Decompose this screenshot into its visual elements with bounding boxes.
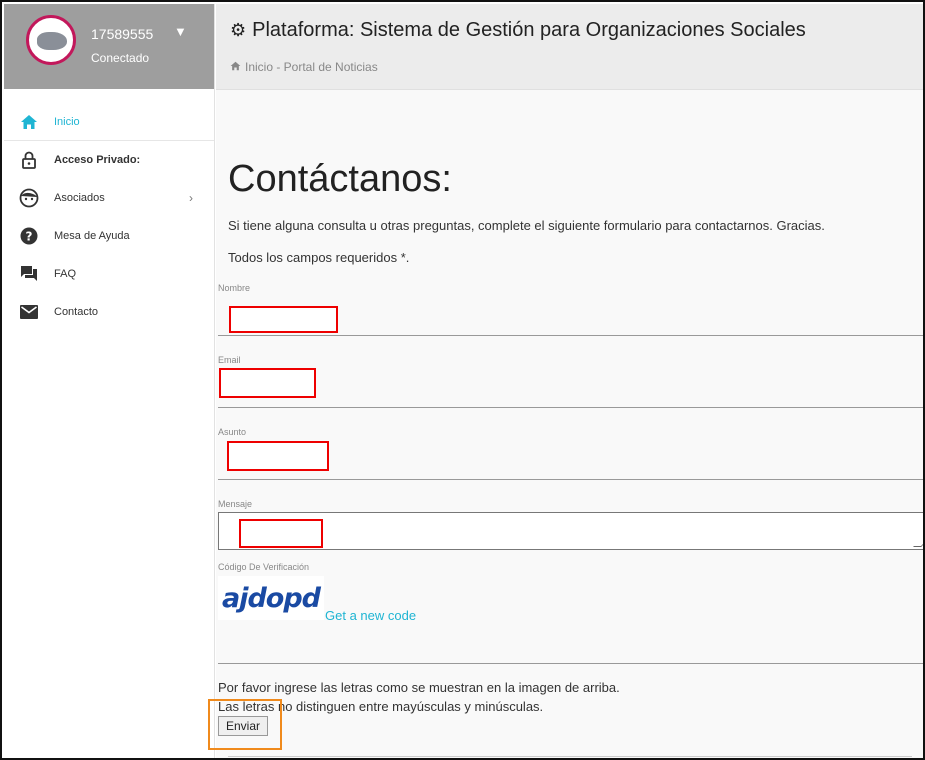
email-label: Email [218,355,241,365]
captcha-underline [218,663,923,664]
required-note: Todos los campos requeridos *. [228,250,410,265]
sidebar-item-label: Contacto [54,306,99,318]
page-frame: 17589555 ▼ Conectado Inicio Acceso Priva… [0,0,925,760]
help-icon: ? [19,226,39,246]
home-icon [230,60,241,74]
mensaje-textarea[interactable] [218,512,923,550]
user-status: Conectado [91,51,150,65]
user-menu-caret-icon[interactable]: ▼ [174,24,187,39]
get-new-code-link[interactable]: Get a new code [325,608,416,623]
email-input[interactable] [219,368,316,398]
enviar-button[interactable]: Enviar [218,716,268,736]
nombre-label: Nombre [218,283,251,293]
user-header: 17589555 ▼ Conectado [4,4,214,89]
sidebar-item-label: Asociados [54,192,105,204]
sidebar: 17589555 ▼ Conectado Inicio Acceso Priva… [4,4,215,758]
email-underline [218,407,923,408]
captcha-image: ajdopd [218,576,324,620]
captcha-text: ajdopd [221,582,321,614]
mail-icon [19,302,39,322]
mensaje-input-highlight[interactable] [239,519,323,548]
sidebar-item-label: Acceso Privado: [54,154,141,166]
svg-text:?: ? [26,230,33,244]
intro-text: Si tiene alguna consulta u otras pregunt… [228,218,825,233]
sidebar-item-acceso-privado[interactable]: Acceso Privado: [4,141,214,179]
sidebar-item-label: Mesa de Ayuda [54,230,130,242]
asunto-label: Asunto [218,427,247,437]
nombre-underline [218,335,923,336]
captcha-label: Código De Verificación [218,562,310,572]
sidebar-item-asociados[interactable]: Asociados › [4,179,214,217]
page-title-text: Plataforma: Sistema de Gestión para Orga… [252,19,806,41]
resize-handle[interactable] [913,539,923,547]
user-name: 17589555 [91,26,154,42]
avatar[interactable] [26,15,76,65]
sidebar-item-contacto[interactable]: Contacto [4,293,214,331]
sidebar-item-inicio[interactable]: Inicio [4,103,214,141]
forum-icon [19,264,39,284]
asunto-underline [218,479,923,480]
breadcrumb: Inicio - Portal de Noticias [230,60,378,74]
sidebar-item-label: Inicio [54,115,80,128]
lock-icon [19,150,39,170]
top-bar: ⚙ Plataforma: Sistema de Gestión para Or… [216,4,923,90]
chevron-right-icon: › [189,191,193,205]
sidebar-item-mesa-de-ayuda[interactable]: ? Mesa de Ayuda [4,217,214,255]
gear-icon: ⚙ [230,20,247,40]
mensaje-label: Mensaje [218,499,253,509]
captcha-help-line1: Por favor ingrese las letras como se mue… [218,680,620,695]
sidebar-menu: Inicio Acceso Privado: Asociados › ? Mes [4,89,214,331]
nombre-input[interactable] [229,306,338,333]
page-title: ⚙ Plataforma: Sistema de Gestión para Or… [230,19,806,42]
main-content: ⚙ Plataforma: Sistema de Gestión para Or… [208,4,923,758]
captcha-help-line2: Las letras no distinguen entre mayúscula… [218,699,544,714]
sidebar-item-faq[interactable]: FAQ [4,255,214,293]
face-icon [19,188,39,208]
breadcrumb-text[interactable]: Inicio - Portal de Noticias [245,60,378,74]
bottom-divider [228,756,912,757]
asunto-input[interactable] [227,441,329,471]
home-icon [19,112,39,132]
contact-heading: Contáctanos: [228,158,452,200]
sidebar-item-label: FAQ [54,268,77,280]
